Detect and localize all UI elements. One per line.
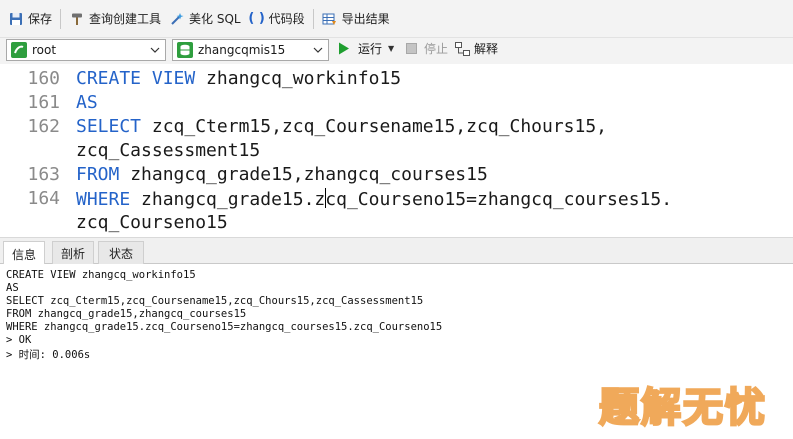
code-text: zcq_Courseno15	[76, 212, 228, 233]
chevron-down-icon	[149, 43, 161, 57]
stop-button[interactable]: 停止	[406, 40, 448, 57]
output-line: FROM zhangcq_grade15,zhangcq_courses15	[6, 308, 247, 320]
database-icon	[177, 42, 193, 58]
line-number: 163	[27, 164, 60, 185]
explain-label: 解释	[474, 42, 499, 56]
code-text: zhangcq_workinfo15	[195, 68, 402, 89]
code-line-wrapped: zcq_Cassessment15	[76, 140, 260, 161]
tab-info[interactable]: 信息	[3, 241, 45, 266]
database-select[interactable]: zhangcqmis15	[172, 39, 329, 61]
line-number: 160	[27, 68, 60, 89]
connection-user: root	[32, 43, 57, 57]
beautify-sql-button[interactable]: 美化 SQL	[165, 6, 245, 32]
code-text: zcq_Cassessment15	[76, 140, 261, 161]
code-text: cq_Courseno15=zhangcq_courses15.	[325, 189, 673, 210]
sql-editor[interactable]: 160 CREATE VIEW zhangcq_workinfo15 161 A…	[0, 64, 793, 237]
output-line: > 时间: 0.006s	[6, 349, 91, 361]
query-builder-label: 查询创建工具	[89, 12, 162, 26]
sql-keyword: SELECT	[76, 116, 142, 137]
magic-wand-icon	[169, 11, 185, 27]
main-toolbar: 保存 查询创建工具 美化 SQL ( ) 代码段 导出结果	[0, 0, 793, 38]
output-line: AS	[6, 282, 19, 294]
run-dropdown-icon[interactable]: ▼	[388, 44, 394, 53]
export-table-icon	[322, 11, 338, 27]
tab-status[interactable]: 状态	[98, 241, 144, 265]
code-line-wrapped: zcq_Courseno15	[76, 212, 228, 233]
parentheses-icon: ( )	[248, 11, 265, 26]
line-number: 161	[27, 92, 60, 113]
run-button[interactable]: 运行 ▼	[338, 40, 394, 57]
line-number: 162	[27, 116, 60, 137]
code-text: zcq_Cterm15,zcq_Coursename15,zcq_Chours1…	[141, 116, 608, 137]
hammer-icon	[69, 11, 85, 27]
code-line: CREATE VIEW zhangcq_workinfo15	[76, 68, 401, 89]
code-text: zhangcq_grade15,zhangcq_courses15	[119, 164, 488, 185]
tab-label: 剖析	[60, 247, 85, 261]
query-builder-button[interactable]: 查询创建工具	[65, 6, 165, 32]
toolbar-divider	[312, 8, 314, 29]
code-line: SELECT zcq_Cterm15,zcq_Coursename15,zcq_…	[76, 116, 607, 137]
save-button[interactable]: 保存	[4, 6, 56, 32]
code-snippet-button[interactable]: ( ) 代码段	[245, 6, 309, 32]
sql-keyword: CREATE VIEW	[76, 68, 196, 89]
database-name: zhangcqmis15	[198, 43, 286, 57]
svg-text:题解无忧: 题解无忧	[599, 385, 767, 431]
sql-keyword: AS	[76, 92, 98, 113]
sql-keyword: WHERE	[76, 189, 131, 210]
stop-label: 停止	[424, 42, 449, 56]
chevron-down-icon	[312, 43, 324, 57]
explain-button[interactable]: 解释	[455, 40, 498, 57]
output-line: SELECT zcq_Cterm15,zcq_Coursename15,zcq_…	[6, 295, 424, 307]
export-result-label: 导出结果	[341, 12, 390, 26]
watermark-logo: 题解无忧	[588, 383, 778, 432]
save-label: 保存	[28, 12, 53, 26]
beautify-sql-label: 美化 SQL	[189, 12, 241, 26]
output-line: CREATE VIEW zhangcq_workinfo15	[6, 269, 196, 281]
line-number: 164	[27, 188, 60, 209]
connection-toolbar: root zhangcqmis15 运行 ▼ 停止 解释	[0, 38, 793, 64]
connection-select[interactable]: root	[6, 39, 166, 61]
tab-profile[interactable]: 剖析	[52, 241, 94, 265]
explain-icon	[455, 41, 471, 56]
output-line: > OK	[6, 334, 32, 346]
result-tabs: 信息 剖析 状态	[0, 237, 793, 266]
code-line: FROM zhangcq_grade15,zhangcq_courses15	[76, 164, 488, 185]
save-icon	[8, 11, 24, 27]
code-snippet-label: 代码段	[268, 12, 305, 26]
tab-label: 信息	[11, 247, 36, 262]
code-line: WHERE zhangcq_grade15.zcq_Courseno15=zha…	[76, 188, 672, 210]
play-icon	[338, 42, 354, 55]
sql-keyword: FROM	[76, 164, 120, 185]
output-line: WHERE zhangcq_grade15.zcq_Courseno15=zha…	[6, 321, 443, 333]
tab-label: 状态	[108, 247, 133, 261]
connection-icon	[11, 42, 27, 58]
toolbar-divider	[60, 8, 62, 29]
code-line: AS	[76, 92, 98, 113]
run-label: 运行	[358, 42, 383, 56]
code-text: zhangcq_grade15.z	[130, 189, 326, 210]
export-result-button[interactable]: 导出结果	[318, 6, 394, 32]
stop-icon	[406, 43, 420, 54]
